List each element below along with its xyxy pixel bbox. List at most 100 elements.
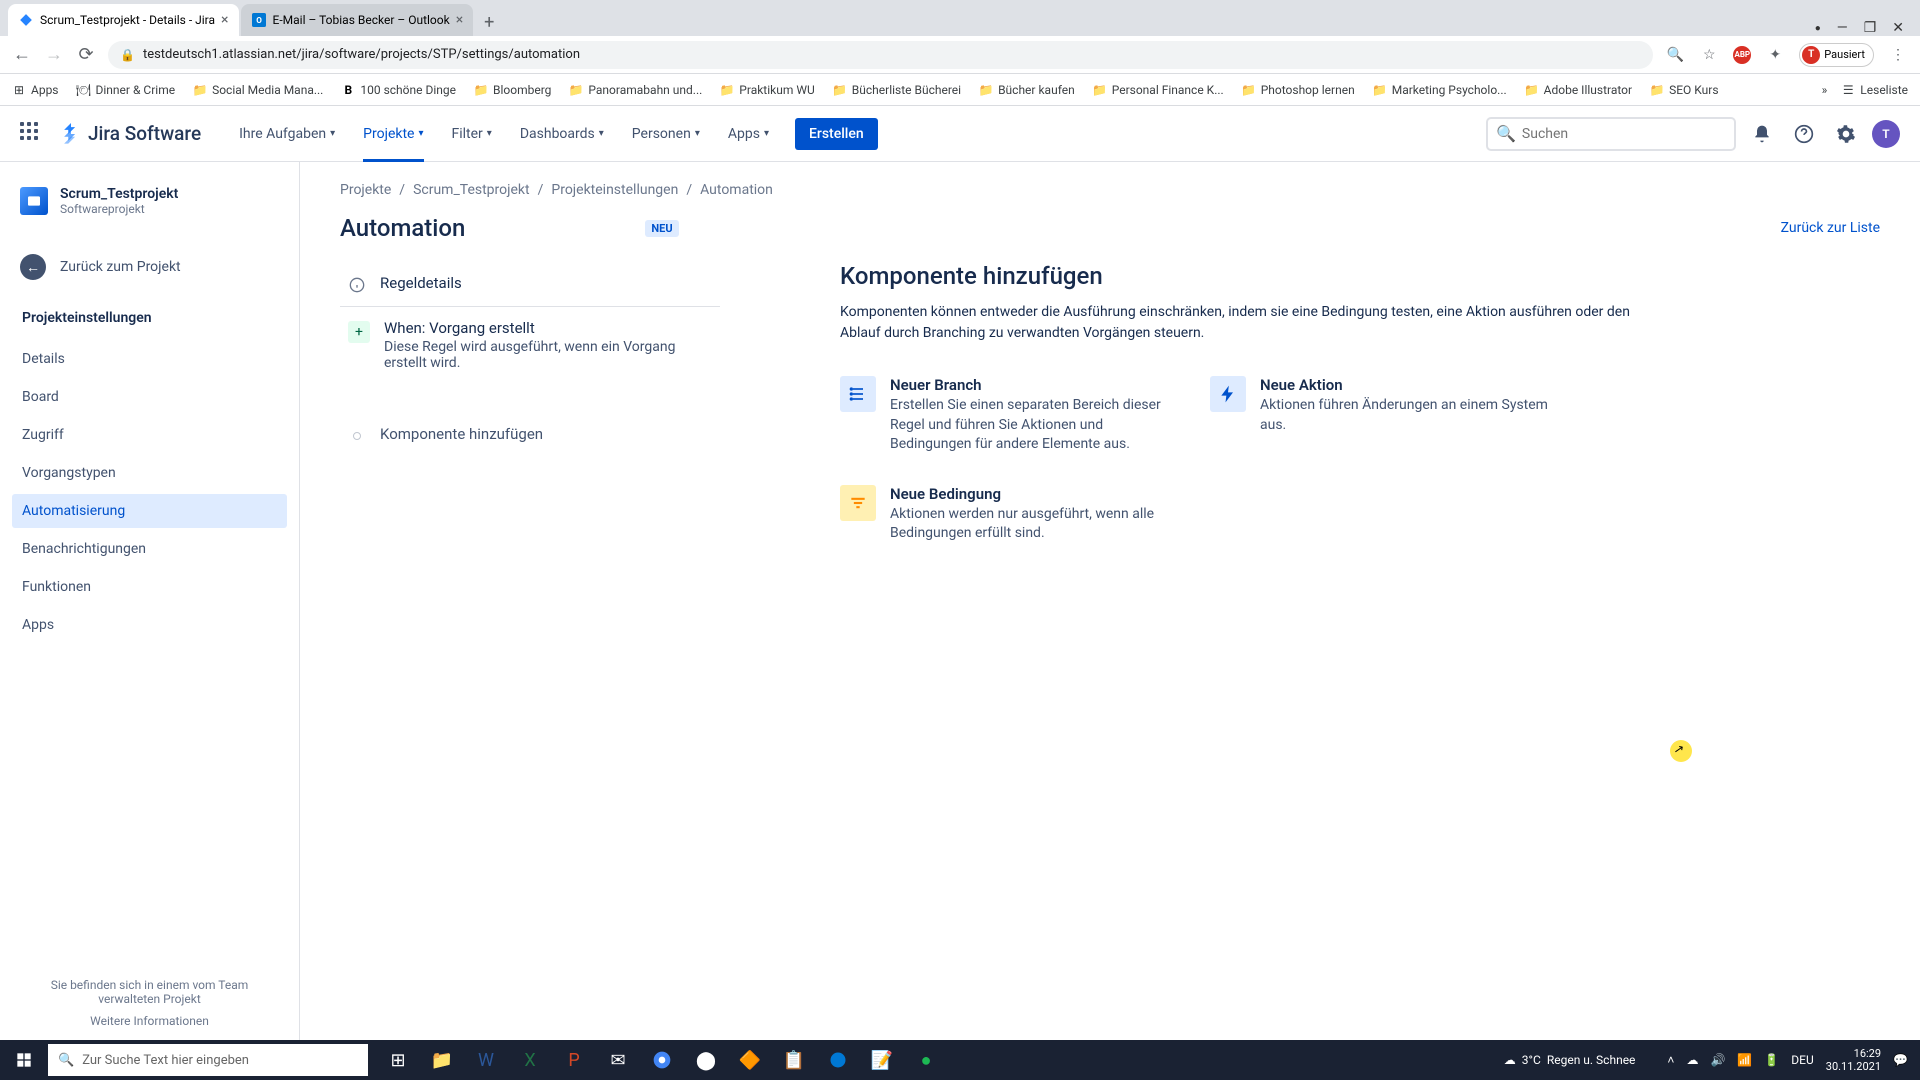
nav-apps[interactable]: Apps▾ <box>718 106 779 162</box>
forward-icon[interactable]: → <box>44 44 64 65</box>
sidebar-item-board[interactable]: Board <box>12 380 287 414</box>
bookmark-item[interactable]: ⊞Apps <box>12 83 59 97</box>
component-card-condition[interactable]: Neue Bedingung Aktionen werden nur ausge… <box>840 485 1180 544</box>
sidebar-footer-link[interactable]: Weitere Informationen <box>20 1014 279 1028</box>
new-tab-button[interactable]: + <box>475 8 503 36</box>
component-card-action[interactable]: Neue Aktion Aktionen führen Änderungen a… <box>1210 376 1550 455</box>
reload-icon[interactable]: ⟳ <box>76 44 96 65</box>
extensions-icon[interactable]: ✦ <box>1765 45 1785 65</box>
browser-tab[interactable]: O E-Mail – Tobias Becker – Outlook × <box>241 4 474 36</box>
app-icon[interactable]: 🔶 <box>728 1040 772 1080</box>
obs-icon[interactable]: ⬤ <box>684 1040 728 1080</box>
bookmark-item[interactable]: 📁Adobe Illustrator <box>1525 83 1632 97</box>
back-to-list-link[interactable]: Zurück zur Liste <box>1781 220 1880 236</box>
app-switcher-icon[interactable] <box>20 122 44 146</box>
nav-filters[interactable]: Filter▾ <box>442 106 502 162</box>
powerpoint-icon[interactable]: P <box>552 1040 596 1080</box>
bookmark-item[interactable]: B100 schöne Dinge <box>341 83 456 97</box>
sidebar-item-apps[interactable]: Apps <box>12 608 287 642</box>
weather-widget[interactable]: ☁ 3°C Regen u. Schnee <box>1504 1053 1636 1067</box>
trigger-title: When: Vorgang erstellt <box>384 319 712 337</box>
notifications-icon[interactable] <box>1746 118 1778 150</box>
add-component-row[interactable]: Komponente hinzufügen <box>340 413 720 457</box>
excel-icon[interactable]: X <box>508 1040 552 1080</box>
abp-icon[interactable]: ABP <box>1733 46 1751 64</box>
edge-icon[interactable] <box>816 1040 860 1080</box>
breadcrumb-item[interactable]: Projekteinstellungen <box>551 182 678 198</box>
tray-onedrive-icon[interactable]: ☁ <box>1686 1053 1698 1067</box>
bookmark-item[interactable]: 📁Photoshop lernen <box>1242 83 1355 97</box>
bookmark-item[interactable]: 📁Bücher kaufen <box>979 83 1075 97</box>
browser-tab-active[interactable]: Scrum_Testprojekt - Details - Jira × <box>8 4 239 36</box>
create-button[interactable]: Erstellen <box>795 118 878 150</box>
bookmark-item[interactable]: 📁Panoramabahn und... <box>569 83 702 97</box>
breadcrumb-item[interactable]: Scrum_Testprojekt <box>413 182 530 198</box>
start-button[interactable] <box>0 1040 48 1080</box>
close-tab-icon[interactable]: × <box>456 12 463 28</box>
tray-clock[interactable]: 16:29 30.11.2021 <box>1826 1047 1881 1073</box>
bookmark-item[interactable]: 📁Bücherliste Bücherei <box>833 83 961 97</box>
circle-icon[interactable]: ● <box>1815 23 1821 34</box>
jira-logo[interactable]: Jira Software <box>60 122 201 145</box>
taskbar-search[interactable]: 🔍 Zur Suche Text hier eingeben <box>48 1044 368 1076</box>
breadcrumb-item[interactable]: Projekte <box>340 182 391 198</box>
tray-wifi-icon[interactable]: 📶 <box>1737 1053 1752 1067</box>
bookmark-item[interactable]: 📁Bloomberg <box>474 83 551 97</box>
bookmark-item[interactable]: 🍽Dinner & Crime <box>77 83 176 97</box>
minimize-icon[interactable]: — <box>1837 20 1848 36</box>
nav-dashboards[interactable]: Dashboards▾ <box>510 106 614 162</box>
sidebar-item-notifications[interactable]: Benachrichtigungen <box>12 532 287 566</box>
file-explorer-icon[interactable]: 📁 <box>420 1040 464 1080</box>
nav-your-work[interactable]: Ihre Aufgaben▾ <box>229 106 345 162</box>
bookmark-item[interactable]: 📁SEO Kurs <box>1650 83 1718 97</box>
url-input[interactable]: 🔒 testdeutsch1.atlassian.net/jira/softwa… <box>108 41 1653 69</box>
word-icon[interactable]: W <box>464 1040 508 1080</box>
chrome-icon[interactable] <box>640 1040 684 1080</box>
breadcrumb-item[interactable]: Automation <box>700 182 773 198</box>
zoom-icon[interactable]: 🔍 <box>1665 45 1685 65</box>
task-view-icon[interactable]: ⊞ <box>376 1040 420 1080</box>
folder-icon: 📁 <box>1650 83 1664 97</box>
tray-volume-icon[interactable]: 🔊 <box>1710 1053 1725 1067</box>
reading-list-button[interactable]: ☰Leseliste <box>1841 83 1908 97</box>
spotify-icon[interactable]: ● <box>904 1040 948 1080</box>
maximize-icon[interactable]: ❐ <box>1864 20 1877 36</box>
bookmark-item[interactable]: 📁Marketing Psycholo... <box>1373 83 1507 97</box>
star-icon[interactable]: ☆ <box>1699 45 1719 65</box>
notepad-icon[interactable]: 📝 <box>860 1040 904 1080</box>
search-box[interactable]: 🔍 <box>1486 117 1736 151</box>
more-bookmarks-icon[interactable]: » <box>1822 83 1828 97</box>
mail-icon[interactable]: ✉ <box>596 1040 640 1080</box>
back-to-project-link[interactable]: ← Zurück zum Projekt <box>12 244 287 290</box>
project-header[interactable]: Scrum_Testprojekt Softwareprojekt <box>12 182 287 220</box>
nav-people[interactable]: Personen▾ <box>622 106 710 162</box>
bookmark-item[interactable]: 📁Social Media Mana... <box>193 83 323 97</box>
sidebar-item-access[interactable]: Zugriff <box>12 418 287 452</box>
sidebar-item-details[interactable]: Details <box>12 342 287 376</box>
project-icon <box>20 187 48 215</box>
rule-details-row[interactable]: Regeldetails <box>340 262 720 307</box>
tray-language[interactable]: DEU <box>1791 1053 1813 1067</box>
bookmark-item[interactable]: 📁Praktikum WU <box>720 83 814 97</box>
settings-icon[interactable] <box>1830 118 1862 150</box>
back-icon[interactable]: ← <box>12 44 32 65</box>
weather-temp: 3°C <box>1522 1053 1541 1067</box>
sidebar-item-automation[interactable]: Automatisierung <box>12 494 287 528</box>
rule-trigger-row[interactable]: + When: Vorgang erstellt Diese Regel wir… <box>340 307 720 383</box>
tray-notifications-icon[interactable]: 💬 <box>1893 1053 1908 1067</box>
sidebar-item-issuetypes[interactable]: Vorgangstypen <box>12 456 287 490</box>
component-card-branch[interactable]: Neuer Branch Erstellen Sie einen separat… <box>840 376 1180 455</box>
app-icon[interactable]: 📋 <box>772 1040 816 1080</box>
tray-chevron-icon[interactable]: ˄ <box>1667 1053 1674 1067</box>
tray-battery-icon[interactable]: 🔋 <box>1764 1053 1779 1067</box>
close-tab-icon[interactable]: × <box>221 12 228 28</box>
search-input[interactable] <box>1522 126 1726 142</box>
user-avatar[interactable]: T <box>1872 120 1900 148</box>
nav-projects[interactable]: Projekte▾ <box>353 106 433 162</box>
bookmark-item[interactable]: 📁Personal Finance K... <box>1093 83 1224 97</box>
menu-icon[interactable]: ⋮ <box>1888 45 1908 65</box>
close-window-icon[interactable]: ✕ <box>1892 20 1904 36</box>
profile-button[interactable]: T Pausiert <box>1799 43 1874 67</box>
help-icon[interactable] <box>1788 118 1820 150</box>
sidebar-item-features[interactable]: Funktionen <box>12 570 287 604</box>
